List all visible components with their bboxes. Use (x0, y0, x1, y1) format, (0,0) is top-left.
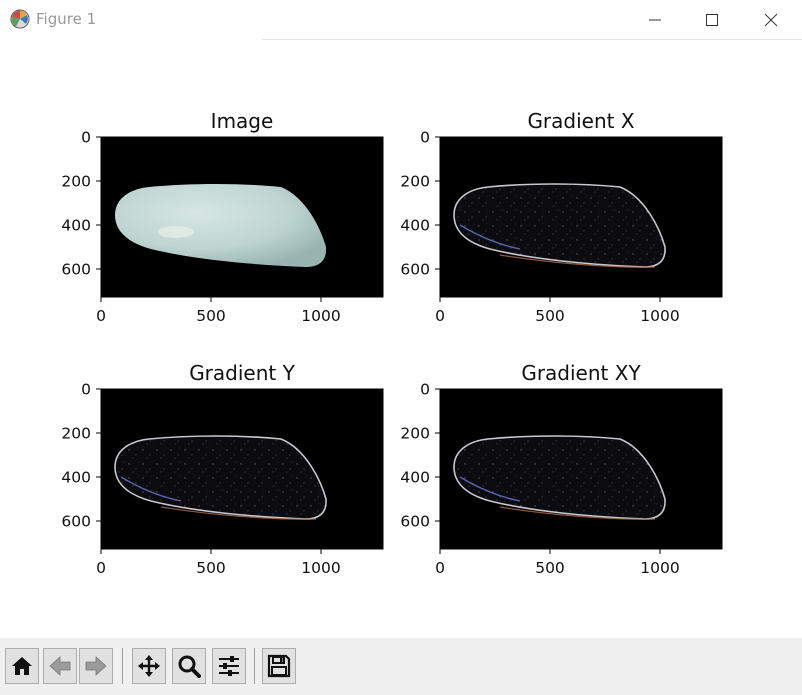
subplot-title: Gradient X (527, 109, 634, 133)
x-tick-label: 0 (96, 559, 106, 577)
y-tick-label: 600 (400, 261, 430, 279)
x-tick-label: 1000 (640, 559, 679, 577)
y-tick-label: 600 (61, 261, 91, 279)
y-tick-label: 400 (61, 217, 91, 235)
toolbar-separator (254, 648, 255, 684)
configure-subplots-button[interactable] (212, 648, 246, 684)
forward-arrow-icon (85, 656, 107, 676)
navigation-toolbar (0, 638, 802, 695)
subplot-4: Gradient XY 0 500 1000 0 200 400 600 (400, 361, 723, 577)
x-tick-label: 500 (196, 559, 226, 577)
save-button[interactable] (262, 648, 296, 684)
y-tick-label: 400 (400, 469, 430, 487)
y-tick-label: 0 (420, 381, 430, 399)
zoom-icon (178, 655, 201, 678)
back-button[interactable] (43, 648, 77, 684)
x-tick-label: 0 (435, 307, 445, 325)
y-tick-label: 200 (400, 425, 430, 443)
y-tick-label: 0 (420, 129, 430, 147)
matplotlib-app-icon (10, 9, 30, 29)
stone-highlight (158, 226, 194, 238)
toolbar-separator (122, 648, 123, 684)
subplot-title: Gradient Y (189, 361, 295, 385)
x-tick-label: 500 (196, 307, 226, 325)
zoom-button[interactable] (172, 648, 206, 684)
figure-canvas[interactable]: Image 0 500 1000 0 200 400 600 Gradient X 0 500 100… (0, 40, 802, 638)
x-tick-label: 0 (435, 559, 445, 577)
pan-button[interactable] (132, 648, 166, 684)
subplot-3: Gradient Y 0 500 1000 0 200 400 600 (61, 361, 384, 577)
subplot-1: Image 0 500 1000 0 200 400 600 (61, 109, 384, 325)
window-title: Figure 1 (36, 10, 97, 28)
figure-svg: Image 0 500 1000 0 200 400 600 Gradient X 0 500 100… (61, 109, 723, 577)
x-tick-label: 1000 (301, 307, 340, 325)
close-button[interactable] (748, 0, 794, 39)
y-tick-label: 0 (81, 129, 91, 147)
window-titlebar: Figure 1 (0, 0, 802, 39)
x-tick-label: 0 (96, 307, 106, 325)
maximize-icon (706, 14, 718, 26)
y-tick-label: 400 (400, 217, 430, 235)
x-tick-label: 1000 (301, 559, 340, 577)
y-tick-label: 200 (61, 173, 91, 191)
home-icon (12, 657, 32, 675)
x-tick-label: 500 (535, 559, 565, 577)
configure-subplots-icon (219, 656, 239, 676)
close-icon (764, 13, 778, 27)
maximize-button[interactable] (689, 0, 735, 39)
y-tick-label: 0 (81, 381, 91, 399)
minimize-icon (649, 19, 661, 21)
y-tick-label: 400 (61, 469, 91, 487)
y-tick-label: 600 (61, 513, 91, 531)
x-tick-label: 1000 (640, 307, 679, 325)
back-arrow-icon (49, 656, 71, 676)
subplot-title: Image (211, 109, 274, 133)
home-button[interactable] (5, 648, 39, 684)
y-tick-label: 200 (61, 425, 91, 443)
save-icon (267, 654, 291, 678)
pan-icon (138, 655, 160, 677)
minimize-button[interactable] (632, 0, 678, 39)
subplot-title: Gradient XY (521, 361, 641, 385)
y-tick-label: 200 (400, 173, 430, 191)
forward-button[interactable] (79, 648, 113, 684)
subplot-2: Gradient X 0 500 1000 0 200 400 600 (400, 109, 723, 325)
y-tick-label: 600 (400, 513, 430, 531)
x-tick-label: 500 (535, 307, 565, 325)
